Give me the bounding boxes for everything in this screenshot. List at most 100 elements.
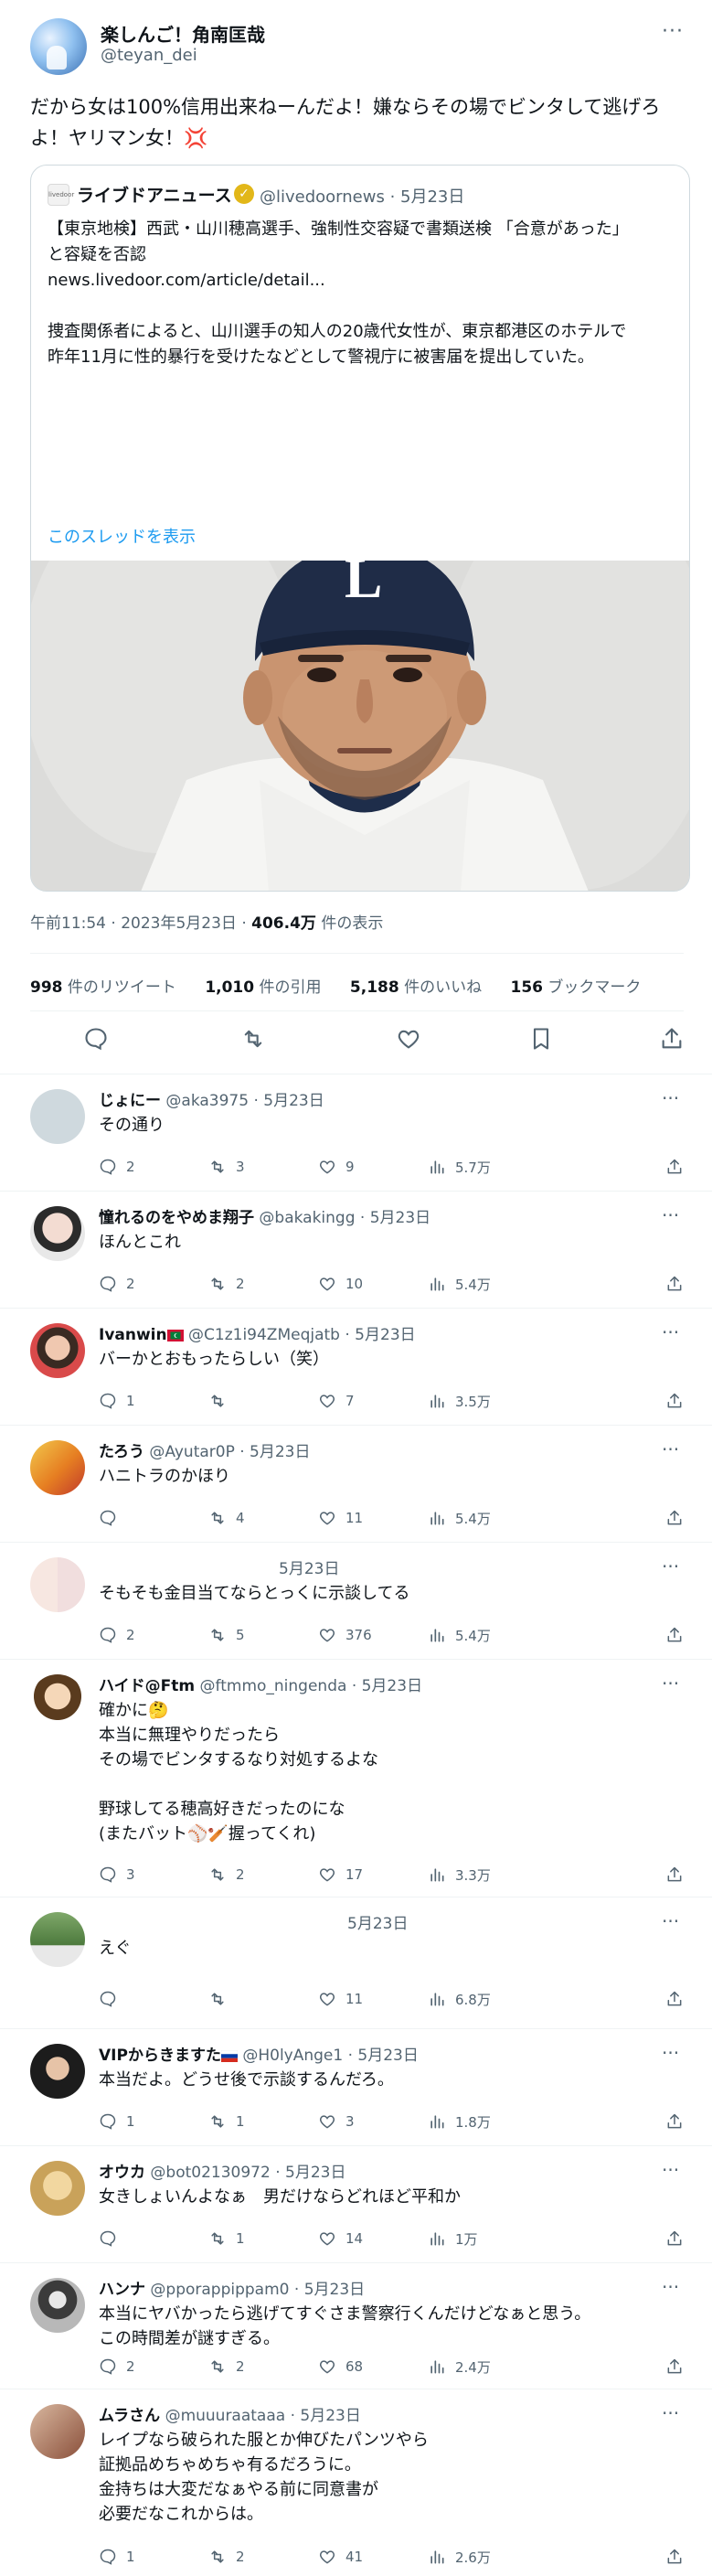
- reply-date[interactable]: 5月23日: [347, 1910, 408, 1933]
- reply-avatar[interactable]: [30, 1557, 85, 1612]
- views-button[interactable]: 2.4万: [428, 2355, 491, 2378]
- reply-author-name[interactable]: ハンナ: [99, 2281, 145, 2299]
- tweet-timestamp[interactable]: 午前11:54 · 2023年5月23日 ·: [30, 914, 251, 933]
- like-button[interactable]: 376: [318, 1623, 372, 1647]
- reply-tweet[interactable]: じょにー @aka3975 · 5月23日 ··· その通り 2 3 9 5.7…: [0, 1074, 712, 1191]
- reply-tweet[interactable]: Ivanwin @C1z1i94ZMeqjatb · 5月23日 ··· バーか…: [0, 1308, 712, 1425]
- reply-tweet[interactable]: ハイド@Ftm @ftmmo_ningenda · 5月23日 ··· 確かに🤔…: [0, 1659, 712, 1897]
- like-button[interactable]: 11: [318, 1987, 363, 2011]
- reply-avatar[interactable]: [30, 2161, 85, 2216]
- like-button[interactable]: 41: [318, 2545, 363, 2569]
- share-button[interactable]: [665, 1155, 693, 1179]
- player-photo[interactable]: L: [31, 561, 689, 891]
- more-options-icon[interactable]: ···: [662, 1555, 679, 1577]
- reply-tweet[interactable]: オウカ @bot02130972 · 5月23日 ··· 女きしょいんよなぁ 男…: [0, 2145, 712, 2262]
- share-button[interactable]: [665, 1272, 693, 1296]
- reply-tweet[interactable]: ムラさん @muuuraataaa · 5月23日 ··· レイプなら破られた服…: [0, 2389, 712, 2576]
- share-button[interactable]: [665, 1987, 693, 2011]
- like-button[interactable]: 11: [318, 1506, 363, 1530]
- reply-button[interactable]: 1: [99, 2110, 135, 2133]
- bookmark-icon[interactable]: [528, 1026, 554, 1052]
- reply-button[interactable]: [99, 2227, 126, 2250]
- reply-tweet[interactable]: たろう @Ayutar0P · 5月23日 ··· ハニトラのかほり 4 11 …: [0, 1425, 712, 1542]
- author-avatar[interactable]: [30, 18, 87, 75]
- more-options-icon[interactable]: ···: [662, 2402, 679, 2424]
- reply-author-name[interactable]: ムラさん: [99, 2407, 160, 2425]
- share-button[interactable]: [665, 2545, 693, 2569]
- like-button[interactable]: 17: [318, 1863, 363, 1887]
- more-options-icon[interactable]: ···: [662, 2159, 679, 2181]
- more-options-icon[interactable]: ···: [662, 1910, 679, 1932]
- reply-author-handle[interactable]: @pporappippam0 · 5月23日: [150, 2281, 365, 2299]
- more-options-icon[interactable]: ···: [662, 1087, 679, 1109]
- views-button[interactable]: 5.4万: [428, 1506, 491, 1530]
- share-button[interactable]: [665, 2355, 693, 2378]
- more-options-icon[interactable]: ···: [662, 2042, 679, 2064]
- like-button[interactable]: 7: [318, 1389, 355, 1413]
- like-button[interactable]: 14: [318, 2227, 363, 2250]
- reply-tweet[interactable]: ハンナ @pporappippam0 · 5月23日 ··· 本当にヤバかったら…: [0, 2262, 712, 2389]
- reply-author-handle[interactable]: @H0lyAnge1 · 5月23日: [242, 2047, 419, 2065]
- like-icon[interactable]: [396, 1026, 421, 1052]
- author-name[interactable]: 楽しんご！角南匡哉: [101, 20, 265, 47]
- reply-icon[interactable]: [83, 1026, 109, 1052]
- reply-tweet[interactable]: 5月23日 ··· えぐ 11 6.8万: [0, 1897, 712, 2028]
- reply-avatar[interactable]: [30, 1674, 85, 1729]
- reply-author-handle[interactable]: @bot02130972 · 5月23日: [150, 2164, 345, 2182]
- views-button[interactable]: 5.4万: [428, 1623, 491, 1647]
- reply-author-handle[interactable]: @C1z1i94ZMeqjatb · 5月23日: [188, 1326, 416, 1344]
- retweet-button[interactable]: 2: [208, 1272, 245, 1296]
- views-button[interactable]: 2.6万: [428, 2545, 491, 2569]
- retweet-button[interactable]: 3: [208, 1155, 245, 1179]
- reply-button[interactable]: 1: [99, 1389, 135, 1413]
- reply-button[interactable]: 1: [99, 2545, 135, 2569]
- more-options-icon[interactable]: ···: [662, 1204, 679, 1226]
- reply-avatar[interactable]: [30, 2044, 85, 2099]
- retweet-button[interactable]: 5: [208, 1623, 245, 1647]
- views-button[interactable]: 5.4万: [428, 1272, 491, 1296]
- views-button[interactable]: 1.8万: [428, 2110, 491, 2133]
- reply-author-name[interactable]: ハイド@Ftm: [99, 1677, 195, 1695]
- reply-avatar[interactable]: [30, 1323, 85, 1378]
- retweet-button[interactable]: 2: [208, 2355, 245, 2378]
- reply-author-name[interactable]: Ivanwin: [99, 1326, 167, 1344]
- reply-avatar[interactable]: [30, 1089, 85, 1144]
- share-button[interactable]: [665, 2110, 693, 2133]
- reply-button[interactable]: [99, 1506, 126, 1530]
- reply-tweet[interactable]: 憧れるのをやめま翔子 @bakakingg · 5月23日 ··· ほんとこれ …: [0, 1191, 712, 1308]
- more-options-icon[interactable]: ···: [662, 2276, 679, 2298]
- more-options-icon[interactable]: ···: [662, 1438, 679, 1460]
- views-button[interactable]: 6.8万: [428, 1987, 491, 2011]
- reply-button[interactable]: [99, 1987, 126, 2011]
- reply-avatar[interactable]: [30, 2278, 85, 2333]
- quotes-stat[interactable]: 1,010 件の引用: [205, 978, 321, 997]
- retweets-stat[interactable]: 998 件のリツイート: [30, 978, 176, 997]
- reply-button[interactable]: 2: [99, 1155, 135, 1179]
- retweet-button[interactable]: [208, 1389, 236, 1413]
- share-button[interactable]: [665, 1389, 693, 1413]
- like-button[interactable]: 68: [318, 2355, 363, 2378]
- reply-tweet[interactable]: 5月23日 ··· そもそも金目当てならとっくに示談してる 2 5 376 5.…: [0, 1542, 712, 1659]
- more-options-icon[interactable]: ···: [662, 20, 684, 43]
- more-options-icon[interactable]: ···: [662, 1321, 679, 1343]
- like-button[interactable]: 10: [318, 1272, 363, 1296]
- reply-avatar[interactable]: [30, 1206, 85, 1261]
- reply-author-name[interactable]: オウカ: [99, 2164, 145, 2182]
- share-icon[interactable]: [659, 1026, 685, 1052]
- reply-author-name[interactable]: たろう: [99, 1443, 144, 1461]
- likes-stat[interactable]: 5,188 件のいいね: [350, 978, 482, 997]
- reply-button[interactable]: 2: [99, 2355, 135, 2378]
- reply-author-handle[interactable]: @Ayutar0P · 5月23日: [149, 1443, 310, 1461]
- retweet-button[interactable]: 1: [208, 2110, 245, 2133]
- quoted-tweet[interactable]: livedoor ライブドアニュース ✓ @livedoornews · 5月2…: [30, 165, 690, 892]
- reply-avatar[interactable]: [30, 1440, 85, 1495]
- reply-author-handle[interactable]: @aka3975 · 5月23日: [165, 1092, 324, 1110]
- retweet-button[interactable]: 4: [208, 1506, 245, 1530]
- reply-author-handle[interactable]: @ftmmo_ningenda · 5月23日: [200, 1677, 423, 1695]
- reply-author-name[interactable]: VIPからきますた: [99, 2047, 221, 2065]
- share-button[interactable]: [665, 1506, 693, 1530]
- views-button[interactable]: 5.7万: [428, 1155, 491, 1179]
- reply-avatar[interactable]: [30, 1912, 85, 1967]
- reply-date[interactable]: 5月23日: [279, 1555, 339, 1578]
- views-button[interactable]: 3.5万: [428, 1389, 491, 1413]
